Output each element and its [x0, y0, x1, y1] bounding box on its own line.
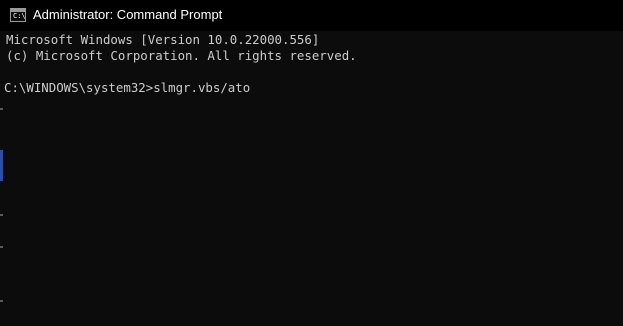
console-output[interactable]: Microsoft Windows [Version 10.0.22000.55… [0, 31, 623, 326]
left-edge-tick [0, 214, 3, 216]
console-line-copyright: (c) Microsoft Corporation. All rights re… [6, 48, 357, 63]
console-line-command[interactable]: C:\WINDOWS\system32>slmgr.vbs/ato [4, 80, 250, 96]
window-title: Administrator: Command Prompt [33, 7, 223, 22]
left-edge-tick [0, 300, 3, 302]
left-edge-tick [0, 246, 3, 248]
left-edge-accent [0, 150, 3, 181]
title-bar[interactable]: C:\ Administrator: Command Prompt [0, 0, 623, 31]
console-line-version: Microsoft Windows [Version 10.0.22000.55… [6, 32, 320, 47]
command-prompt-window: C:\ Administrator: Command Prompt Micros… [0, 0, 623, 326]
left-edge-tick [0, 108, 3, 110]
command-prompt-icon[interactable]: C:\ [10, 8, 26, 22]
icon-prompt-glyph: C:\ [13, 12, 26, 20]
